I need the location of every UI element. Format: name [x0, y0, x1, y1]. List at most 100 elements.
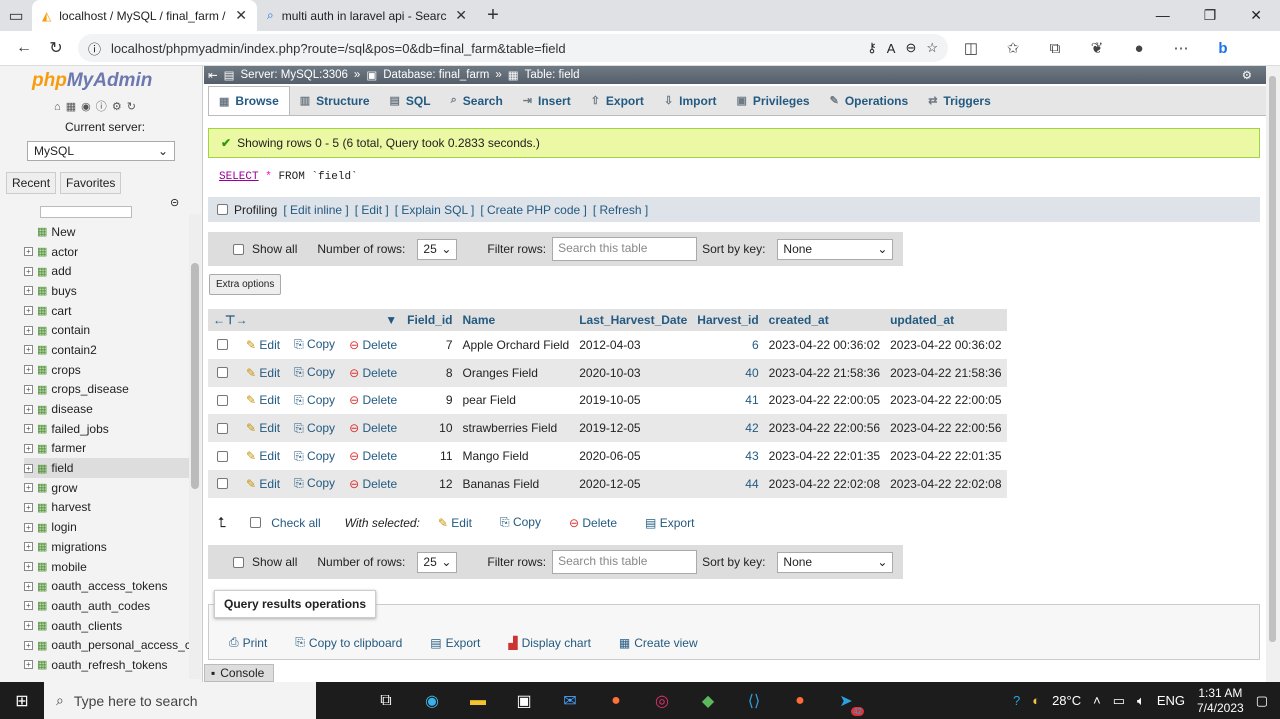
firefox-icon[interactable]: ●: [598, 686, 634, 716]
recent-tab[interactable]: Recent: [6, 172, 57, 194]
print-button[interactable]: ⎙ Print: [229, 635, 267, 650]
sidebar-table-item[interactable]: + ▦ contain: [24, 320, 194, 340]
sidebar-table-item[interactable]: + ▦ crops: [24, 360, 194, 380]
read-aloud-icon[interactable]: A: [887, 41, 896, 56]
close-window-icon[interactable]: ✕: [1250, 7, 1262, 24]
edge-icon[interactable]: ◉: [414, 686, 450, 716]
row-edit-button[interactable]: ✎ Edit: [246, 338, 280, 352]
table-cell[interactable]: 2023-04-22 22:00:56: [885, 414, 1007, 443]
postman-icon[interactable]: ●: [782, 686, 818, 716]
expand-icon[interactable]: +: [24, 424, 33, 434]
table-cell[interactable]: 2020-12-05: [574, 469, 693, 498]
browser-tab-search[interactable]: ⌕ multi auth in laravel api - Search ✕: [257, 0, 477, 31]
table-cell[interactable]: strawberries Field: [457, 414, 575, 443]
row-checkbox[interactable]: [217, 394, 228, 406]
table-cell[interactable]: 2023-04-22 22:02:08: [885, 469, 1007, 498]
row-checkbox[interactable]: [217, 339, 228, 351]
row-copy-button[interactable]: ⎘ Copy: [294, 393, 335, 408]
rows-select[interactable]: 25 ⌄: [417, 238, 458, 260]
key-icon[interactable]: ⚷: [867, 40, 877, 56]
bulk-edit-button[interactable]: ✎ Edit: [438, 516, 472, 530]
row-copy-button[interactable]: ⎘ Copy: [294, 476, 335, 491]
sidebar-table-item[interactable]: + ▦ oauth_auth_codes: [24, 596, 194, 616]
bing-icon[interactable]: b: [1206, 34, 1240, 62]
sidebar-table-item[interactable]: + ▦ field: [24, 458, 194, 478]
expand-icon[interactable]: +: [24, 266, 33, 276]
phpmyadmin-logo[interactable]: phpMyAdmin: [32, 70, 152, 92]
tab-insert[interactable]: ⇥ Insert: [513, 86, 581, 115]
sidebar-table-item[interactable]: + ▦ oauth_access_tokens: [24, 576, 194, 596]
profile-avatar[interactable]: ●: [1122, 34, 1156, 62]
table-cell[interactable]: 2023-04-22 00:36:02: [763, 331, 886, 359]
column-header[interactable]: Field_id: [402, 309, 458, 331]
notifications-icon[interactable]: ▢: [1256, 693, 1268, 709]
expand-icon[interactable]: +: [24, 345, 33, 355]
split-screen-icon[interactable]: ◫: [954, 34, 988, 62]
table-cell[interactable]: 2023-04-22 22:01:35: [885, 442, 1007, 470]
console-toggle[interactable]: ▪ Console: [204, 664, 274, 682]
table-filter-input[interactable]: [40, 206, 132, 218]
profiling-checkbox[interactable]: [217, 204, 228, 215]
zoom-icon[interactable]: ⊖: [905, 40, 916, 56]
row-edit-button[interactable]: ✎ Edit: [246, 393, 280, 407]
clock[interactable]: 1:31 AM 7/4/2023: [1197, 686, 1244, 716]
settings-icon[interactable]: ⚙: [1242, 68, 1252, 82]
expand-icon[interactable]: +: [24, 404, 33, 414]
sidebar-scroll-thumb[interactable]: [191, 263, 199, 489]
extensions-icon[interactable]: ❦: [1080, 34, 1114, 62]
expand-icon[interactable]: +: [24, 463, 33, 473]
expand-icon[interactable]: +: [24, 640, 33, 650]
rows-select[interactable]: 25 ⌄: [417, 551, 458, 573]
row-copy-button[interactable]: ⎘ Copy: [294, 365, 335, 380]
table-cell[interactable]: 12: [402, 469, 458, 498]
collections-icon[interactable]: ⧉: [1038, 34, 1072, 62]
sidebar-table-item[interactable]: + ▦ login: [24, 517, 194, 537]
table-cell[interactable]: Oranges Field: [457, 358, 575, 387]
table-cell[interactable]: 43: [692, 442, 764, 470]
tab-import[interactable]: ⇩ Import: [654, 86, 727, 115]
tab-triggers[interactable]: ⇄ Triggers: [918, 86, 1001, 115]
minimize-icon[interactable]: —: [1156, 7, 1170, 24]
column-header[interactable]: Harvest_id: [692, 309, 764, 331]
tab-actions-icon[interactable]: ▭: [0, 1, 32, 31]
row-delete-button[interactable]: ⊖ Delete: [349, 366, 397, 380]
favorites-tab[interactable]: Favorites: [60, 172, 122, 194]
table-cell[interactable]: 10: [402, 414, 458, 443]
row-checkbox[interactable]: [217, 367, 228, 379]
expand-icon[interactable]: +: [24, 522, 33, 532]
breadcrumb-server[interactable]: Server: MySQL:3306: [241, 69, 348, 81]
row-copy-button[interactable]: ⎘ Copy: [294, 337, 335, 352]
extra-options-button[interactable]: Extra options: [209, 274, 282, 295]
store-icon[interactable]: ▣: [506, 686, 542, 716]
table-cell[interactable]: 2023-04-22 22:00:05: [763, 386, 886, 415]
vscode-icon[interactable]: ⟨⟩: [736, 686, 772, 716]
table-cell[interactable]: Bananas Field: [457, 469, 575, 498]
sort-select[interactable]: None ⌄: [777, 551, 894, 573]
sidebar-table-item[interactable]: + ▦ oauth_clients: [24, 616, 194, 636]
table-cell[interactable]: 2023-04-22 21:58:36: [885, 358, 1007, 387]
language-indicator[interactable]: ENG: [1157, 693, 1185, 708]
filter-input[interactable]: Search this table: [552, 237, 698, 261]
show-all-checkbox[interactable]: [233, 243, 244, 255]
check-all-label[interactable]: Check all: [271, 516, 320, 530]
sidebar-table-item[interactable]: + ▦ farmer: [24, 439, 194, 459]
row-delete-button[interactable]: ⊖ Delete: [349, 449, 397, 463]
row-copy-button[interactable]: ⎘ Copy: [294, 449, 335, 464]
url-field[interactable]: ⓘ localhost/phpmyadmin/index.php?route=/…: [78, 34, 948, 62]
collapse-icon[interactable]: ⇤: [208, 68, 218, 82]
table-cell[interactable]: Apple Orchard Field: [457, 331, 575, 359]
refresh-link[interactable]: [ Refresh ]: [593, 203, 648, 217]
windows-start-icon[interactable]: ⊞: [0, 691, 44, 711]
tab-privileges[interactable]: ▣ Privileges: [727, 86, 820, 115]
edit-inline-link[interactable]: [ Edit inline ]: [283, 203, 348, 217]
expand-icon[interactable]: [24, 227, 33, 236]
table-cell[interactable]: 42: [692, 414, 764, 443]
display-chart-button[interactable]: ▟ Display chart: [508, 635, 591, 650]
volume-icon[interactable]: 🔈︎: [1137, 693, 1145, 709]
table-cell[interactable]: 2023-04-22 00:36:02: [885, 331, 1007, 359]
bulk-copy-button[interactable]: ⎘ Copy: [500, 515, 541, 530]
row-copy-button[interactable]: ⎘ Copy: [294, 421, 335, 436]
favorites-icon[interactable]: ✩: [996, 34, 1030, 62]
sidebar-table-item[interactable]: + ▦ grow: [24, 478, 194, 498]
table-cell[interactable]: 2023-04-22 22:00:56: [763, 414, 886, 443]
